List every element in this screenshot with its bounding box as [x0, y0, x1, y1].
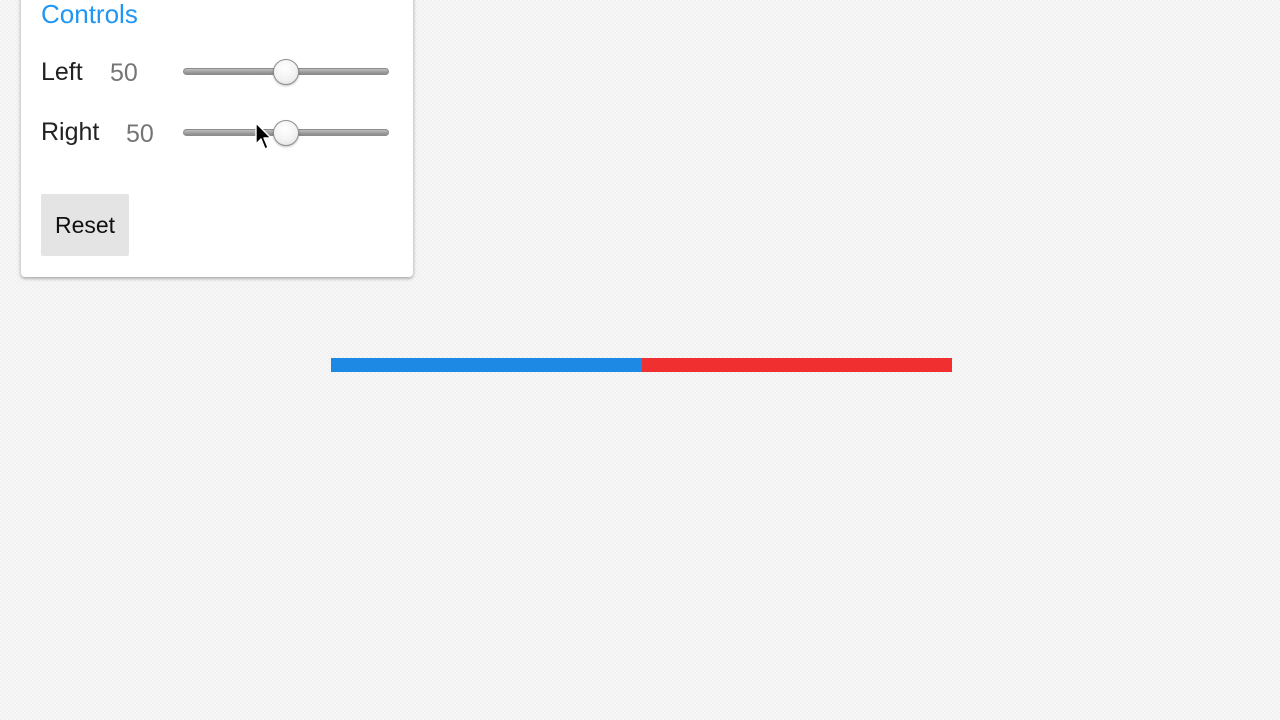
right-slider-label: Right	[41, 118, 100, 146]
left-slider-value: 50	[110, 59, 138, 87]
panel-title: Controls	[41, 0, 138, 29]
right-slider-thumb[interactable]	[273, 120, 299, 146]
left-slider-label: Left	[41, 58, 83, 86]
left-bar-segment	[331, 358, 642, 372]
left-slider-thumb[interactable]	[273, 59, 299, 85]
controls-panel: Controls Left 50 Right 50 Reset	[21, 0, 413, 277]
reset-button[interactable]: Reset	[41, 194, 129, 256]
right-slider-value: 50	[126, 120, 154, 148]
right-slider[interactable]	[183, 120, 389, 146]
right-bar-segment	[641, 358, 952, 372]
split-bar	[331, 358, 952, 372]
left-slider[interactable]	[183, 59, 389, 85]
